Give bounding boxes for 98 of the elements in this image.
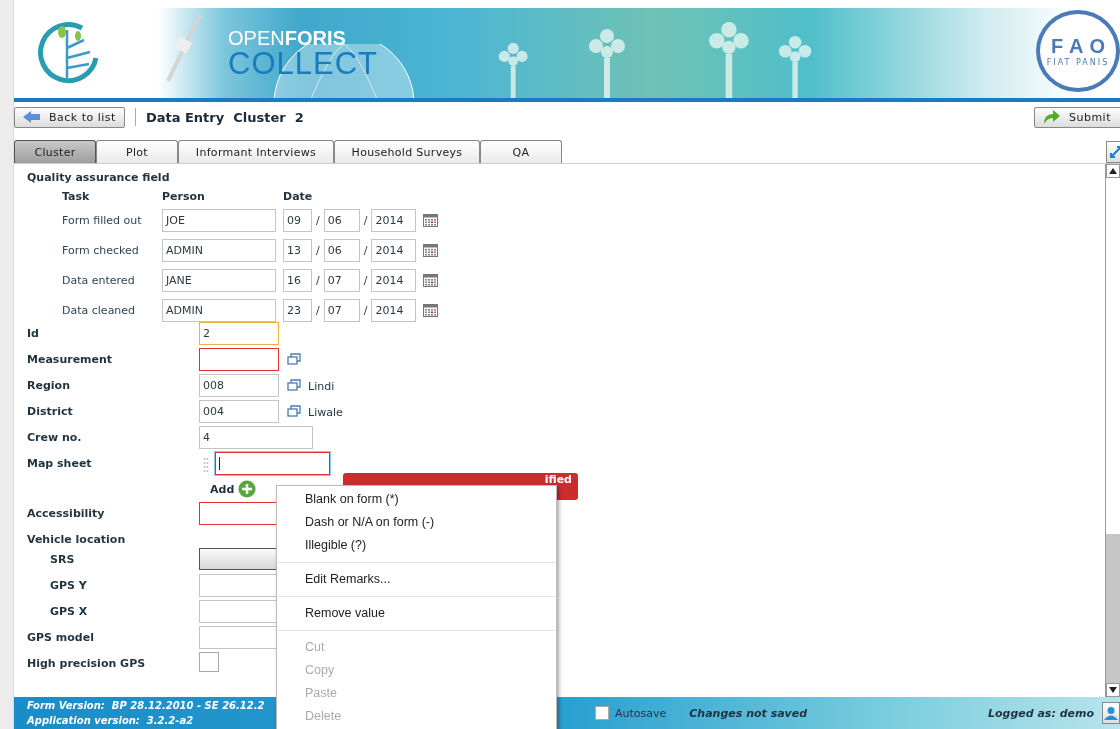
menu-item[interactable]: Illegible (?)	[277, 534, 556, 557]
task-label: Form checked	[62, 244, 140, 257]
field-label: Map sheet	[27, 456, 93, 470]
column-header: Person	[162, 190, 206, 202]
code-list-icon[interactable]	[287, 353, 301, 365]
field-label: GPS Y	[49, 578, 88, 592]
calendar-icon[interactable]	[423, 244, 439, 257]
code-list-icon[interactable]	[287, 405, 301, 417]
logo-letter: O	[1089, 35, 1106, 58]
input-field[interactable]	[199, 600, 279, 623]
left-arrow-icon	[23, 111, 41, 123]
section-title: Quality assurance field	[27, 170, 171, 186]
input-field[interactable]	[199, 574, 279, 597]
tab[interactable]: Cluster	[14, 140, 96, 163]
input-field[interactable]	[199, 502, 279, 525]
logo-letter: A	[1069, 35, 1084, 58]
tab[interactable]: Plot	[96, 140, 178, 163]
date-separator: /	[316, 214, 320, 227]
plus-icon	[238, 480, 257, 498]
date-separator: /	[316, 244, 320, 257]
input-field[interactable]	[199, 626, 279, 649]
year-field[interactable]: 2014	[371, 269, 417, 292]
calendar-icon[interactable]	[423, 214, 439, 227]
calendar-icon[interactable]	[423, 274, 439, 287]
column-header: Task	[62, 190, 91, 202]
curved-arrow-icon	[1042, 110, 1061, 124]
column-header: Date	[283, 190, 314, 202]
field-label: SRS	[49, 552, 76, 566]
day-field[interactable]: 16	[283, 269, 312, 292]
autosave-label: Autosave	[615, 706, 667, 720]
task-label: Form filled out	[62, 214, 143, 227]
up-arrow-icon[interactable]	[1109, 168, 1117, 174]
tab[interactable]: QA	[480, 140, 562, 163]
field-label: High precision GPS	[27, 656, 147, 670]
form-version: Form Version: BP 28.12.2010 - SE 26.12.2	[27, 699, 265, 713]
day-field[interactable]: 09	[283, 209, 312, 232]
submit-button[interactable]: Submit	[1033, 106, 1120, 128]
menu-item[interactable]: Edit Remarks...	[277, 568, 556, 591]
brand-name: OPENFORIS	[228, 27, 347, 48]
logo-motto: FIAT PANIS	[1046, 58, 1110, 67]
field-label: Accessibility	[27, 506, 106, 520]
field-label: GPS model	[27, 630, 95, 644]
input-field[interactable]	[199, 348, 279, 371]
day-field[interactable]: 23	[283, 299, 312, 322]
person-field[interactable]: JANE	[162, 269, 276, 292]
menu-item[interactable]: Remove value	[277, 602, 556, 625]
tab[interactable]: Informant Interviews	[178, 140, 334, 163]
input-field[interactable]: 004	[199, 400, 279, 423]
date-separator: /	[363, 214, 368, 227]
field-label: Id	[27, 326, 40, 340]
date-separator: /	[363, 274, 368, 287]
field-label: Region	[27, 378, 71, 392]
back-to-list-button[interactable]: Back to list	[14, 106, 125, 128]
input-field[interactable]	[215, 452, 330, 475]
drag-handle-icon[interactable]	[203, 458, 209, 472]
page-title: Data Entry Cluster 2	[145, 109, 304, 125]
user-button[interactable]	[1102, 702, 1120, 724]
satellite-icon	[164, 13, 204, 83]
code-description: Lindi	[308, 380, 335, 393]
field-label: Measurement	[27, 352, 114, 366]
logo-letter: F	[1050, 35, 1064, 58]
year-field[interactable]: 2014	[371, 209, 417, 232]
day-field[interactable]: 13	[283, 239, 312, 262]
date-separator: /	[316, 304, 320, 317]
person-field[interactable]: JOE	[162, 209, 276, 232]
year-field[interactable]: 2014	[371, 299, 417, 322]
field-label: GPS X	[49, 604, 89, 618]
month-field[interactable]: 07	[323, 269, 360, 292]
checkbox[interactable]	[199, 652, 219, 672]
month-field[interactable]: 06	[323, 239, 360, 262]
date-separator: /	[363, 304, 368, 317]
logged-user: Logged as: demo	[987, 706, 1094, 720]
date-separator: /	[316, 274, 320, 287]
input-field[interactable]: 008	[199, 374, 279, 397]
field-label: Crew no.	[27, 430, 83, 444]
scrollbar[interactable]	[1105, 164, 1120, 697]
month-field[interactable]: 06	[323, 209, 360, 232]
expand-button[interactable]	[1106, 141, 1120, 163]
field-label: Vehicle location	[27, 532, 127, 546]
save-status: Changes not saved	[689, 706, 808, 720]
calendar-icon[interactable]	[423, 304, 439, 317]
app-version: Application version: 3.2.2-a2	[27, 714, 194, 728]
task-label: Data entered	[62, 274, 136, 287]
code-list-icon[interactable]	[287, 379, 301, 391]
menu-item[interactable]: Dash or N/A on form (-)	[277, 511, 556, 534]
person-field[interactable]: ADMIN	[162, 299, 276, 322]
month-field[interactable]: 07	[323, 299, 360, 322]
down-arrow-icon[interactable]	[1109, 687, 1117, 693]
code-description: Liwale	[308, 406, 343, 419]
tab[interactable]: Household Surveys	[334, 140, 480, 163]
year-field[interactable]: 2014	[371, 239, 417, 262]
person-field[interactable]: ADMIN	[162, 239, 276, 262]
autosave-checkbox[interactable]	[595, 706, 609, 720]
input-field[interactable]: 2	[199, 322, 279, 345]
date-separator: /	[363, 244, 368, 257]
field-label: District	[27, 404, 74, 418]
task-label: Data cleaned	[62, 304, 137, 317]
input-field[interactable]: 4	[199, 426, 313, 449]
